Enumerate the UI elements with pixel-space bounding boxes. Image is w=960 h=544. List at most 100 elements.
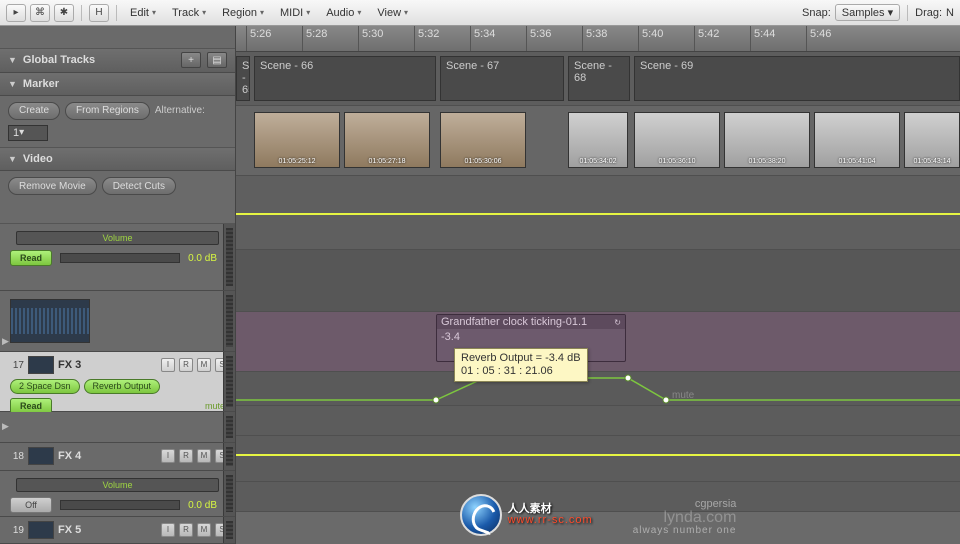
menu-view[interactable]: View▾ bbox=[371, 7, 414, 19]
create-marker-button[interactable]: Create bbox=[8, 102, 60, 120]
record-button[interactable]: R bbox=[179, 449, 193, 463]
top-toolbar: ▸ ⌘ ✱ H Edit▾ Track▾ Region▾ MIDI▾ Audio… bbox=[0, 0, 960, 26]
menu-audio[interactable]: Audio▾ bbox=[320, 7, 367, 19]
arrange-area[interactable]: 5:26 5:28 5:30 5:32 5:34 5:36 5:38 5:40 … bbox=[236, 26, 960, 544]
level-meter bbox=[223, 443, 235, 470]
menu-midi[interactable]: MIDI▾ bbox=[274, 7, 316, 19]
waveform-overview bbox=[10, 299, 90, 343]
fx4-volume-header[interactable]: Volume Off 0.0 dB bbox=[0, 471, 235, 517]
insert-slot-1[interactable]: 2 Space Dsn bbox=[10, 379, 80, 394]
video-thumbnail: 01:05:43:14 bbox=[904, 112, 960, 168]
snap-label: Snap: bbox=[802, 7, 831, 19]
automation-line[interactable] bbox=[236, 454, 960, 456]
menu-track[interactable]: Track▾ bbox=[166, 7, 212, 19]
automation-node[interactable] bbox=[433, 397, 440, 404]
ruler-tick: 5:34 bbox=[470, 26, 526, 51]
automation-read-button[interactable]: Read bbox=[10, 250, 52, 266]
marker-lane[interactable]: Sc - 65 Scene - 66 Scene - 67 Scene - 68… bbox=[236, 52, 960, 106]
input-button[interactable]: I bbox=[161, 449, 175, 463]
menu-edit[interactable]: Edit▾ bbox=[124, 7, 162, 19]
mute-label: mute bbox=[672, 390, 694, 401]
track-icon bbox=[28, 356, 54, 374]
hand-tool-icon[interactable]: H bbox=[89, 4, 109, 22]
disclosure-icon[interactable]: ▼ bbox=[8, 154, 17, 164]
marker-region[interactable]: Scene - 69 bbox=[634, 56, 960, 101]
fx4-track-header[interactable]: 18 FX 4 I R M S bbox=[0, 443, 235, 471]
marker-region[interactable]: Scene - 67 bbox=[440, 56, 564, 101]
volume-param-select[interactable]: Volume bbox=[16, 478, 219, 492]
mute-button[interactable]: M bbox=[197, 523, 211, 537]
track-number: 19 bbox=[6, 525, 24, 536]
disclosure-icon[interactable]: ▶ bbox=[2, 421, 9, 432]
volume-slider[interactable] bbox=[60, 253, 180, 263]
level-meter bbox=[223, 224, 235, 290]
automation-off-button[interactable]: Off bbox=[10, 497, 52, 513]
ruler-tick: 5:28 bbox=[302, 26, 358, 51]
video-header[interactable]: ▼ Video bbox=[0, 148, 235, 171]
loop-icon: ↻ bbox=[614, 318, 621, 327]
snap-select[interactable]: Samples ▾ bbox=[835, 4, 900, 21]
fx5-lane[interactable] bbox=[236, 482, 960, 512]
automation-node[interactable] bbox=[663, 397, 670, 404]
automation-line[interactable] bbox=[236, 213, 960, 215]
volume-track-header[interactable]: Volume Read 0.0 dB bbox=[0, 224, 235, 291]
add-global-track-button[interactable]: + bbox=[181, 52, 201, 68]
volume-param-select[interactable]: Volume bbox=[16, 231, 219, 245]
marker-region[interactable]: Scene - 68 bbox=[568, 56, 630, 101]
input-button[interactable]: I bbox=[161, 358, 175, 372]
fx3-automation-lane[interactable]: mute bbox=[236, 372, 960, 406]
fx3-track-header[interactable]: 17 FX 3 I R M S 2 Space Dsn Reverb Outpu… bbox=[0, 352, 235, 412]
video-thumbnail: 01:05:41:04 bbox=[814, 112, 900, 168]
record-button[interactable]: R bbox=[179, 523, 193, 537]
disclosure-icon[interactable]: ▼ bbox=[8, 79, 17, 89]
time-ruler[interactable]: 5:26 5:28 5:30 5:32 5:34 5:36 5:38 5:40 … bbox=[236, 26, 960, 52]
db-readout: 0.0 dB bbox=[188, 253, 225, 264]
automation-envelope[interactable] bbox=[236, 372, 960, 405]
volume-slider[interactable] bbox=[60, 500, 180, 510]
fx4-lane[interactable] bbox=[236, 406, 960, 436]
level-meter bbox=[223, 412, 235, 442]
track-name: FX 5 bbox=[58, 524, 157, 536]
mute-button[interactable]: M bbox=[197, 449, 211, 463]
video-thumbnail: 01:05:30:06 bbox=[440, 112, 526, 168]
pointer-tool-icon[interactable]: ▸ bbox=[6, 4, 26, 22]
from-regions-button[interactable]: From Regions bbox=[65, 102, 150, 120]
record-button[interactable]: R bbox=[179, 358, 193, 372]
detect-cuts-button[interactable]: Detect Cuts bbox=[102, 177, 176, 195]
video-body: Remove Movie Detect Cuts bbox=[0, 171, 235, 224]
ruler-tick: 5:44 bbox=[750, 26, 806, 51]
video-lane[interactable]: 01:05:25:12 01:05:27:18 01:05:30:06 01:0… bbox=[236, 106, 960, 176]
input-button[interactable]: I bbox=[161, 523, 175, 537]
insert-slot-2[interactable]: Reverb Output bbox=[84, 379, 161, 394]
alternative-select[interactable]: 1 ▾ bbox=[8, 125, 48, 141]
fx4-volume-lane[interactable] bbox=[236, 436, 960, 482]
video-thumbnail: 01:05:25:12 bbox=[254, 112, 340, 168]
fx5-track-header[interactable]: 19 FX 5 I R M S bbox=[0, 517, 235, 544]
level-meter bbox=[223, 517, 235, 543]
level-meter bbox=[223, 471, 235, 516]
region-gain-value: -3.4 bbox=[441, 331, 621, 343]
menu-region[interactable]: Region▾ bbox=[216, 7, 270, 19]
level-meter bbox=[223, 352, 235, 411]
drag-value: N bbox=[946, 7, 954, 19]
mute-button[interactable]: M bbox=[197, 358, 211, 372]
waveform-track-header[interactable]: ▶ bbox=[0, 291, 235, 352]
run-tool-icon[interactable]: ✱ bbox=[54, 4, 74, 22]
audio-lane[interactable] bbox=[236, 250, 960, 312]
ruler-tick: 5:40 bbox=[638, 26, 694, 51]
disclosure-icon[interactable]: ▼ bbox=[8, 55, 17, 65]
ruler-tick: 5:42 bbox=[694, 26, 750, 51]
fx3-region-lane[interactable]: Grandfather clock ticking-01.1↻ -3.4 Rev… bbox=[236, 312, 960, 372]
link-tool-icon[interactable]: ⌘ bbox=[30, 4, 50, 22]
automation-node[interactable] bbox=[625, 375, 632, 382]
volume-automation-lane[interactable] bbox=[236, 176, 960, 250]
fx3-automation-header[interactable]: ▶ bbox=[0, 412, 235, 443]
video-thumbnail: 01:05:34:02 bbox=[568, 112, 628, 168]
marker-header[interactable]: ▼ Marker bbox=[0, 73, 235, 96]
remove-movie-button[interactable]: Remove Movie bbox=[8, 177, 97, 195]
global-tracks-header[interactable]: ▼ Global Tracks + ▤ bbox=[0, 49, 235, 72]
marker-region[interactable]: Scene - 66 bbox=[254, 56, 436, 101]
configure-global-tracks-button[interactable]: ▤ bbox=[207, 52, 227, 68]
marker-region[interactable]: Sc - 65 bbox=[236, 56, 250, 101]
disclosure-icon[interactable]: ▶ bbox=[2, 336, 9, 347]
